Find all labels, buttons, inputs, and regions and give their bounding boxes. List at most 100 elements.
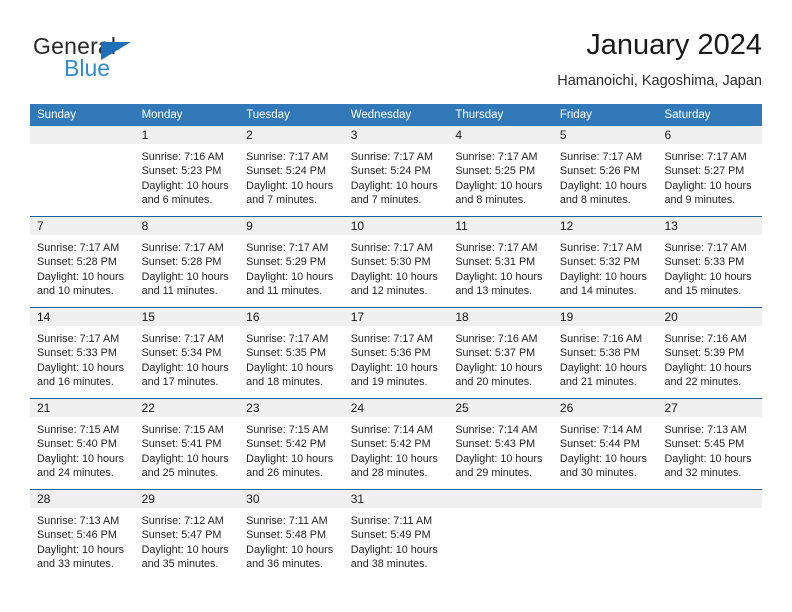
day-cell[interactable]: Sunrise: 7:14 AM Sunset: 5:44 PM Daylight:… (553, 417, 658, 489)
day-number[interactable]: 25 (448, 399, 553, 417)
sunset-text: Sunset: 5:35 PM (246, 347, 326, 360)
sunrise-text: Sunrise: 7:17 AM (559, 151, 643, 163)
day-number[interactable]: 20 (657, 308, 762, 326)
day-number[interactable]: 13 (657, 217, 762, 235)
day-number[interactable]: 3 (344, 126, 449, 144)
daylight-text: Daylight: 10 hours (664, 270, 752, 283)
sunset-text: Sunset: 5:48 PM (246, 529, 326, 542)
daylight-text: Daylight: 10 hours (455, 270, 543, 283)
day-number[interactable]: 7 (30, 217, 135, 235)
day-number[interactable]: 22 (135, 399, 240, 417)
day-cell[interactable]: Sunrise: 7:14 AM Sunset: 5:43 PM Daylight:… (448, 417, 553, 489)
day-cell[interactable]: Sunrise: 7:17 AM Sunset: 5:36 PM Daylight:… (344, 326, 449, 398)
sunrise-text: Sunrise: 7:13 AM (664, 424, 747, 436)
day-number[interactable]: 1 (135, 126, 240, 144)
general-blue-logo[interactable]: General Blue (33, 33, 193, 89)
day-number[interactable]: 10 (344, 217, 449, 235)
day-cell[interactable]: Sunrise: 7:17 AM Sunset: 5:30 PM Daylight:… (344, 235, 449, 307)
day-number[interactable]: 23 (239, 399, 344, 417)
day-number-row: 21 22 23 24 25 26 27 (30, 399, 762, 417)
day-cell[interactable]: Sunrise: 7:17 AM Sunset: 5:26 PM Daylight:… (553, 144, 658, 216)
sunrise-text: Sunrise: 7:15 AM (246, 424, 329, 436)
day-cell[interactable]: Sunrise: 7:17 AM Sunset: 5:29 PM Daylight:… (239, 235, 344, 307)
sunrise-text: Sunrise: 7:11 AM (350, 515, 433, 527)
day-cell[interactable]: Sunrise: 7:13 AM Sunset: 5:46 PM Daylight:… (30, 508, 135, 580)
day-cell[interactable]: Sunrise: 7:17 AM Sunset: 5:24 PM Daylight:… (239, 144, 344, 216)
weekday-header-thursday: Thursday (455, 109, 504, 121)
day-cell[interactable]: Sunrise: 7:17 AM Sunset: 5:33 PM Daylight:… (657, 235, 762, 307)
day-number[interactable]: 18 (448, 308, 553, 326)
sunset-text: Sunset: 5:32 PM (559, 256, 640, 269)
daylight-text: and 33 minutes. (37, 558, 114, 571)
day-number[interactable]: 21 (30, 399, 135, 417)
day-number[interactable]: 15 (135, 308, 240, 326)
day-number[interactable]: 19 (553, 308, 658, 326)
sunset-text: Sunset: 5:38 PM (559, 347, 640, 360)
day-number[interactable]: 14 (30, 308, 135, 326)
day-detail-row: Sunrise: 7:15 AM Sunset: 5:40 PM Daylight:… (30, 417, 762, 489)
day-cell[interactable]: Sunrise: 7:17 AM Sunset: 5:28 PM Daylight:… (135, 235, 240, 307)
day-cell[interactable]: Sunrise: 7:15 AM Sunset: 5:41 PM Daylight:… (135, 417, 240, 489)
day-cell[interactable]: Sunrise: 7:17 AM Sunset: 5:34 PM Daylight:… (135, 326, 240, 398)
day-cell[interactable]: Sunrise: 7:11 AM Sunset: 5:49 PM Daylight:… (344, 508, 449, 580)
daylight-text: and 14 minutes. (559, 285, 637, 298)
day-number[interactable]: 24 (344, 399, 449, 417)
day-number[interactable]: 2 (239, 126, 344, 144)
title-block: January 2024 Hamanoichi, Kagoshima, Japa… (557, 28, 762, 91)
day-number[interactable]: 5 (553, 126, 658, 144)
day-number[interactable]: 8 (135, 217, 240, 235)
day-number[interactable]: 6 (657, 126, 762, 144)
sunset-text: Sunset: 5:31 PM (455, 256, 536, 269)
sunrise-text: Sunrise: 7:15 AM (37, 424, 120, 436)
sunrise-text: Sunrise: 7:17 AM (455, 151, 538, 163)
day-cell[interactable]: Sunrise: 7:16 AM Sunset: 5:39 PM Daylight:… (657, 326, 762, 398)
sunrise-text: Sunrise: 7:13 AM (37, 515, 120, 527)
daylight-text: Daylight: 10 hours (350, 452, 438, 465)
daylight-text: and 26 minutes. (246, 467, 323, 480)
daylight-text: Daylight: 10 hours (246, 361, 334, 374)
day-cell[interactable]: Sunrise: 7:15 AM Sunset: 5:42 PM Daylight:… (239, 417, 344, 489)
daylight-text: Daylight: 10 hours (350, 543, 438, 556)
sunset-text: Sunset: 5:27 PM (664, 165, 745, 178)
day-cell[interactable]: Sunrise: 7:17 AM Sunset: 5:24 PM Daylight:… (344, 144, 449, 216)
day-number-row: 7 8 9 10 11 12 13 (30, 217, 762, 235)
daylight-text: and 17 minutes. (141, 376, 219, 389)
sunrise-text: Sunrise: 7:17 AM (664, 242, 747, 254)
daylight-text: Daylight: 10 hours (350, 179, 438, 192)
day-cell[interactable]: Sunrise: 7:16 AM Sunset: 5:37 PM Daylight:… (448, 326, 553, 398)
daylight-text: and 8 minutes. (455, 194, 527, 207)
day-number[interactable]: 16 (239, 308, 344, 326)
day-number[interactable]: 30 (239, 490, 344, 508)
day-number[interactable]: 26 (553, 399, 658, 417)
day-number[interactable]: 12 (553, 217, 658, 235)
day-cell[interactable]: Sunrise: 7:17 AM Sunset: 5:32 PM Daylight:… (553, 235, 658, 307)
day-cell[interactable]: Sunrise: 7:17 AM Sunset: 5:28 PM Daylight:… (30, 235, 135, 307)
day-number[interactable]: 4 (448, 126, 553, 144)
sunset-text: Sunset: 5:30 PM (350, 256, 431, 269)
day-cell[interactable]: Sunrise: 7:15 AM Sunset: 5:40 PM Daylight:… (30, 417, 135, 489)
day-cell[interactable]: Sunrise: 7:16 AM Sunset: 5:38 PM Daylight:… (553, 326, 658, 398)
sunset-text: Sunset: 5:41 PM (141, 438, 222, 451)
day-cell[interactable]: Sunrise: 7:17 AM Sunset: 5:25 PM Daylight:… (448, 144, 553, 216)
day-cell[interactable]: Sunrise: 7:12 AM Sunset: 5:47 PM Daylight:… (135, 508, 240, 580)
day-cell[interactable]: Sunrise: 7:17 AM Sunset: 5:33 PM Daylight:… (30, 326, 135, 398)
calendar-week-row: 28 29 30 31 Sunrise: 7:13 AM Sunset: 5:46 PM D… (30, 489, 762, 580)
day-number[interactable]: 31 (344, 490, 449, 508)
weekday-header-row: Sunday Monday Tuesday Wednesday Thursday Frid… (30, 104, 762, 126)
daylight-text: and 8 minutes. (559, 194, 631, 207)
day-number[interactable]: 17 (344, 308, 449, 326)
day-cell[interactable]: Sunrise: 7:17 AM Sunset: 5:27 PM Daylight:… (657, 144, 762, 216)
daylight-text: and 29 minutes. (455, 467, 533, 480)
day-cell[interactable]: Sunrise: 7:11 AM Sunset: 5:48 PM Daylight:… (239, 508, 344, 580)
day-cell[interactable]: Sunrise: 7:14 AM Sunset: 5:42 PM Daylight:… (344, 417, 449, 489)
day-cell[interactable]: Sunrise: 7:13 AM Sunset: 5:45 PM Daylight:… (657, 417, 762, 489)
day-cell[interactable]: Sunrise: 7:17 AM Sunset: 5:35 PM Daylight:… (239, 326, 344, 398)
day-number[interactable]: 29 (135, 490, 240, 508)
day-number[interactable]: 28 (30, 490, 135, 508)
day-number[interactable]: 9 (239, 217, 344, 235)
day-number[interactable]: 27 (657, 399, 762, 417)
daylight-text: and 32 minutes. (664, 467, 742, 480)
day-number[interactable]: 11 (448, 217, 553, 235)
day-cell[interactable]: Sunrise: 7:16 AM Sunset: 5:23 PM Daylight:… (135, 144, 240, 216)
day-cell[interactable]: Sunrise: 7:17 AM Sunset: 5:31 PM Daylight:… (448, 235, 553, 307)
